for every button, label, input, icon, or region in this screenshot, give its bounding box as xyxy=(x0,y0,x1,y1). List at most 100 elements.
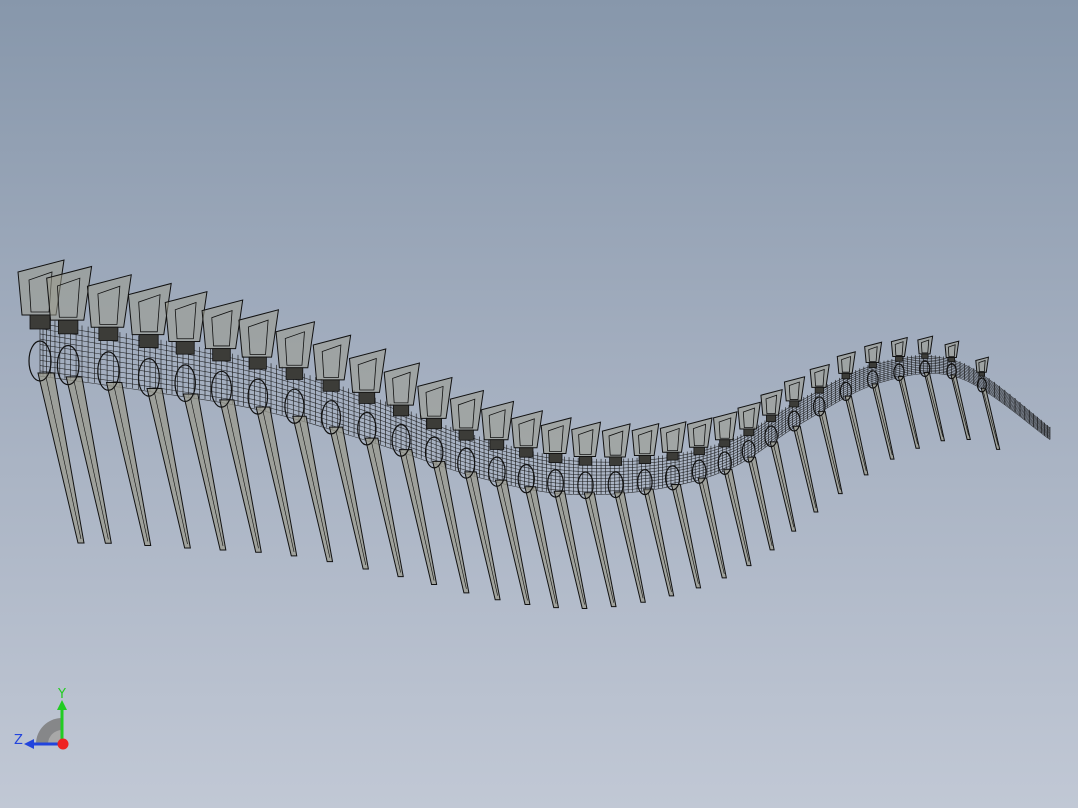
ventral-spike xyxy=(398,449,438,586)
ventral-spike-edge xyxy=(618,495,644,599)
shield-pedestal xyxy=(743,428,754,437)
vertebra xyxy=(783,376,819,513)
dorsal-shield xyxy=(383,362,421,406)
ventral-spike-edge xyxy=(796,430,817,509)
dorsal-shield xyxy=(659,421,687,453)
dorsal-shield xyxy=(836,351,856,374)
dorsal-shield xyxy=(201,299,244,350)
ventral-spike-edge xyxy=(262,410,295,552)
dorsal-shield xyxy=(686,417,713,448)
ventral-spike-edge xyxy=(299,420,331,558)
ventral-spike xyxy=(723,468,752,567)
ventral-spike-edge xyxy=(926,376,944,437)
ventral-spike-edge xyxy=(335,430,367,566)
shield-pedestal xyxy=(458,429,474,441)
shield-pedestal xyxy=(948,357,955,363)
ventral-spike xyxy=(255,406,298,557)
shield-pedestal xyxy=(248,356,267,370)
dorsal-shield xyxy=(864,341,883,363)
ventral-spike xyxy=(219,399,262,553)
vertebra xyxy=(944,340,971,441)
dorsal-shield xyxy=(760,389,783,416)
dorsal-shield xyxy=(809,363,830,388)
dorsal-shield xyxy=(944,340,960,359)
ventral-spike-edge xyxy=(500,484,528,601)
shield-pedestal xyxy=(358,392,376,404)
shield-pedestal xyxy=(139,334,159,349)
dorsal-shield xyxy=(712,411,738,441)
view-orientation-triad[interactable]: Y Z xyxy=(10,686,80,756)
dorsal-shield xyxy=(312,334,352,381)
ventral-spike xyxy=(613,491,646,603)
shield-pedestal xyxy=(638,455,652,464)
ventral-spike-edge xyxy=(821,415,841,490)
ventral-spike xyxy=(643,488,675,597)
shield-pedestal xyxy=(921,353,929,359)
ventral-spike xyxy=(146,388,191,549)
ventral-spike-edge xyxy=(371,442,401,573)
ventral-spike xyxy=(328,426,369,570)
ventral-spike xyxy=(182,393,227,551)
dorsal-shield xyxy=(417,376,453,419)
vertebra xyxy=(917,335,946,442)
ventral-spike-edge xyxy=(953,378,970,436)
vertebra xyxy=(864,341,895,460)
ventral-spike xyxy=(871,383,895,460)
ventral-spike xyxy=(817,410,843,495)
shield-pedestal xyxy=(426,417,442,430)
dorsal-shield xyxy=(917,335,934,355)
dorsal-shield xyxy=(783,376,806,402)
dorsal-shield xyxy=(890,336,908,357)
dorsal-shield xyxy=(975,356,990,373)
ventral-spike-edge xyxy=(773,445,795,528)
ventral-spike-edge xyxy=(438,465,467,589)
dorsal-shield xyxy=(449,389,485,431)
ventral-spike xyxy=(364,437,404,578)
shield-pedestal xyxy=(841,372,851,380)
dorsal-shield xyxy=(510,410,543,449)
z-axis-arrow-icon xyxy=(24,739,34,749)
shield-pedestal xyxy=(978,371,985,377)
dorsal-shield xyxy=(86,274,132,328)
ventral-spike-edge xyxy=(751,461,773,546)
ventral-spike xyxy=(553,490,588,610)
shield-pedestal xyxy=(489,439,505,450)
y-axis-label: Y xyxy=(57,687,66,702)
dorsal-shield xyxy=(631,422,660,456)
ventral-spike-edge xyxy=(983,392,999,446)
ventral-spike xyxy=(432,460,470,594)
shield-pedestal xyxy=(609,456,623,466)
dorsal-shield xyxy=(127,282,172,336)
ventral-spike-edge xyxy=(900,380,918,445)
ventral-spike-edge xyxy=(405,453,435,581)
shield-pedestal xyxy=(895,356,903,362)
ventral-spike xyxy=(583,492,617,608)
ventral-spike-edge xyxy=(190,397,224,547)
graphics-viewport[interactable]: Y Z xyxy=(0,0,1078,808)
shield-pedestal xyxy=(519,447,534,458)
shield-pedestal xyxy=(789,400,799,408)
vertebra xyxy=(836,351,869,476)
shield-pedestal xyxy=(322,379,340,392)
shield-pedestal xyxy=(57,319,79,335)
dorsal-shield xyxy=(164,290,208,342)
ventral-spike xyxy=(292,415,334,563)
shield-pedestal xyxy=(868,362,877,369)
shield-pedestal xyxy=(578,456,593,466)
dorsal-shield xyxy=(238,309,280,358)
spine-model[interactable] xyxy=(0,0,1078,808)
shield-pedestal xyxy=(548,453,563,464)
dorsal-shield xyxy=(348,348,387,393)
ventral-spike-edge xyxy=(226,403,259,549)
ventral-spike-edge xyxy=(588,496,615,603)
ventral-spike xyxy=(844,395,869,476)
ventral-spike xyxy=(747,456,775,551)
dorsal-shield xyxy=(571,421,602,458)
ventral-spike-edge xyxy=(559,495,585,605)
ventral-spike xyxy=(697,477,727,579)
ventral-spike xyxy=(105,382,152,546)
ventral-spike-edge xyxy=(702,482,725,574)
ventral-spike xyxy=(524,486,560,609)
ventral-spike-edge xyxy=(874,387,893,456)
vertebrae-group xyxy=(17,259,1001,610)
